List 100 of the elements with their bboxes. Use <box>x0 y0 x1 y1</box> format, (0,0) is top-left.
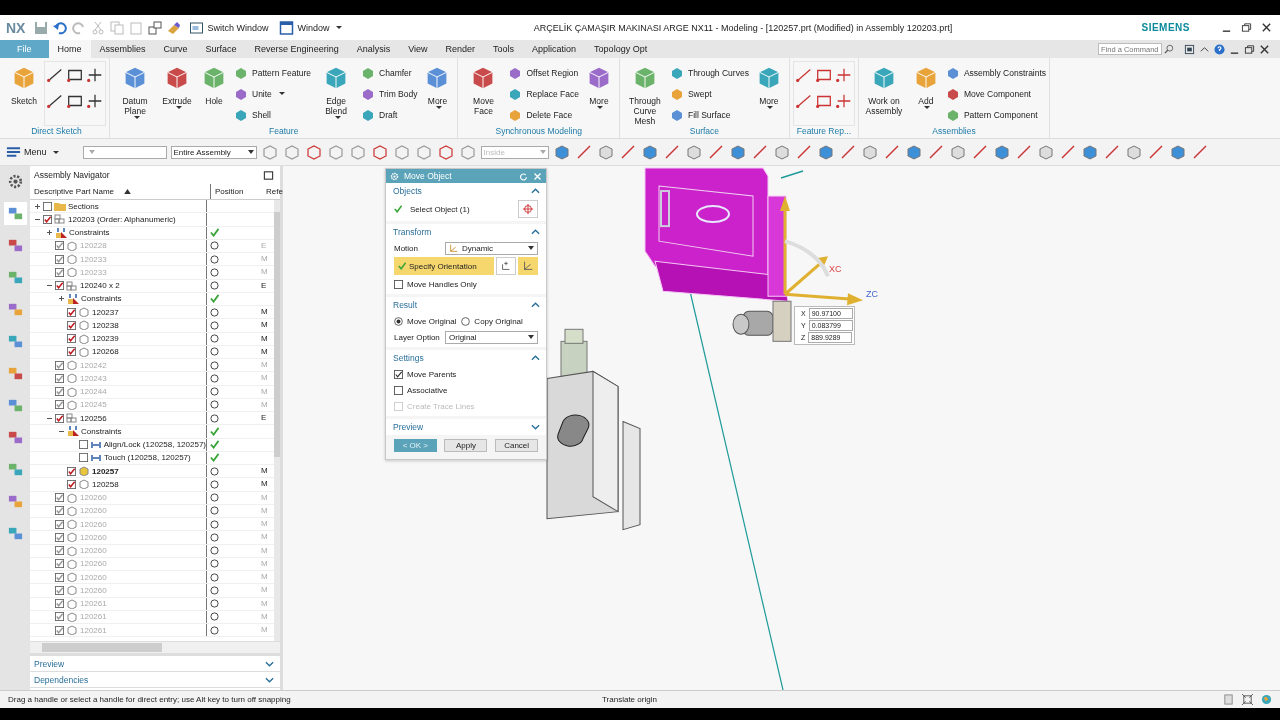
checkbox-option[interactable]: Move Parents <box>394 369 457 379</box>
checkbox[interactable] <box>79 453 88 463</box>
checkbox[interactable] <box>67 479 76 489</box>
checkbox[interactable] <box>55 532 64 542</box>
ribbon-tab[interactable]: Analysis <box>347 40 400 58</box>
ribbon-tab[interactable]: Surface <box>196 40 246 58</box>
column-header[interactable]: Position <box>210 184 263 199</box>
ribbon-button[interactable]: More <box>581 61 616 126</box>
checkbox[interactable] <box>55 267 64 277</box>
part-name[interactable]: 120268 <box>92 347 119 357</box>
ribbon-button[interactable]: Work on Assembly <box>861 61 906 126</box>
checkbox[interactable] <box>67 334 76 344</box>
ribbon-tab[interactable]: View <box>399 40 437 58</box>
part-name[interactable]: 120258 <box>92 479 119 489</box>
ribbon-button[interactable]: Extrude <box>160 61 194 126</box>
restore-icon[interactable] <box>1244 43 1255 55</box>
ribbon-button[interactable]: Through Curve Mesh <box>622 61 667 126</box>
ribbon-button[interactable]: Assembly Constraints <box>945 64 1047 81</box>
orientation-step[interactable]: Specify Orientation <box>394 257 494 275</box>
panel-header[interactable]: Dependencies <box>30 672 280 688</box>
ribbon-tab[interactable]: Home <box>48 40 91 58</box>
ribbon-tab[interactable]: Reverse Engineering <box>245 40 348 58</box>
ribbon-tab[interactable]: Tools <box>484 40 524 58</box>
checkbox[interactable] <box>55 559 64 569</box>
plus-icon[interactable] <box>34 202 41 210</box>
ribbon-button[interactable]: More <box>420 61 455 126</box>
section-header[interactable]: Preview <box>386 419 546 435</box>
part-name[interactable]: Constraints <box>69 228 110 238</box>
ribbon-tab[interactable]: Curve <box>154 40 197 58</box>
plus-icon[interactable] <box>46 229 53 237</box>
checkbox[interactable] <box>55 546 64 556</box>
search-icon[interactable] <box>1164 44 1174 54</box>
menu-button[interactable]: Menu <box>6 145 59 159</box>
ribbon-button[interactable]: Delete Face <box>508 106 579 123</box>
globe-icon[interactable] <box>1261 694 1272 705</box>
checkbox[interactable] <box>55 612 64 622</box>
scrollbar[interactable] <box>30 641 280 653</box>
checkbox[interactable] <box>55 625 64 635</box>
windows-icon[interactable] <box>148 20 163 35</box>
section-header[interactable]: Result <box>386 297 546 313</box>
checkbox[interactable] <box>55 360 64 370</box>
checkbox[interactable] <box>55 387 64 397</box>
checkbox[interactable] <box>55 572 64 582</box>
ribbon-button[interactable]: Chamfer <box>361 64 418 81</box>
checkbox[interactable] <box>55 519 64 529</box>
reset-icon[interactable] <box>519 171 528 181</box>
checkbox[interactable] <box>67 347 76 357</box>
checkbox[interactable] <box>67 320 76 330</box>
csys-dialog-button[interactable] <box>496 257 516 275</box>
ribbon-button[interactable]: Pattern Feature <box>234 64 312 81</box>
window-menu-button[interactable]: Window <box>276 20 345 35</box>
checkbox[interactable] <box>55 241 64 251</box>
panel-icon[interactable] <box>1184 43 1195 55</box>
ribbon-button[interactable]: Datum Plane <box>113 61 157 126</box>
ribbon-button[interactable]: Move Face <box>461 61 506 126</box>
scrollbar[interactable] <box>274 200 280 641</box>
ribbon-button[interactable]: Offset Region <box>508 64 579 81</box>
checkbox[interactable] <box>43 201 52 211</box>
checkbox[interactable] <box>55 281 64 291</box>
checkbox[interactable] <box>67 466 76 476</box>
checkbox-option[interactable]: Move Handles Only <box>394 279 477 289</box>
ribbon-tab[interactable]: Render <box>436 40 485 58</box>
ribbon-button[interactable]: Fill Surface <box>669 106 749 123</box>
part-name[interactable]: Touch (120258, 120257) <box>104 453 191 463</box>
ribbon-button[interactable]: More <box>751 61 786 126</box>
part-name[interactable]: 120256 <box>80 413 107 423</box>
checkbox[interactable] <box>55 413 64 423</box>
checkbox[interactable] <box>55 373 64 383</box>
dialog-button[interactable]: Cancel <box>495 439 539 452</box>
dialog-button[interactable]: Apply <box>444 439 488 452</box>
checkbox[interactable] <box>67 307 76 317</box>
ribbon-button[interactable]: Draft <box>361 106 418 123</box>
ribbon-tab[interactable]: Assemblies <box>90 40 155 58</box>
column-header[interactable]: Descriptive Part Name <box>30 184 210 199</box>
csys-axes-button[interactable] <box>518 257 538 275</box>
eraser-icon[interactable] <box>167 20 182 35</box>
part-name[interactable]: 120257 <box>92 466 119 476</box>
checkbox-option[interactable]: Associative <box>394 385 448 395</box>
block-icon[interactable] <box>3 202 27 225</box>
fit-icon[interactable] <box>1242 694 1253 705</box>
checkbox[interactable] <box>55 599 64 609</box>
ribbon-button[interactable]: Add <box>908 61 943 126</box>
close-icon[interactable] <box>1259 43 1270 55</box>
ribbon-button[interactable]: Edge Blend <box>314 61 359 126</box>
maximize-icon[interactable] <box>263 169 274 181</box>
ribbon-tab[interactable]: Application <box>523 40 586 58</box>
radio-option[interactable]: Move Original <box>394 316 457 326</box>
checkbox[interactable] <box>55 254 64 264</box>
part-name[interactable]: Sections <box>68 201 99 211</box>
part-name[interactable]: Constraints <box>81 294 122 304</box>
section-header[interactable]: Transform <box>386 224 546 240</box>
selection-step[interactable]: Select Object (1) <box>410 204 470 214</box>
ribbon-button[interactable]: Replace Face <box>508 85 579 102</box>
plus-icon[interactable] <box>58 295 65 303</box>
part-name[interactable]: 120237 <box>92 307 119 317</box>
radio-option[interactable]: Copy Original <box>461 316 523 326</box>
layer-dropdown[interactable]: Original <box>445 330 538 344</box>
scope-dropdown[interactable]: Entire Assembly <box>170 145 257 159</box>
crosshair-button[interactable] <box>518 200 538 218</box>
part-name[interactable]: Align/Lock (120258, 120257) <box>103 440 206 450</box>
